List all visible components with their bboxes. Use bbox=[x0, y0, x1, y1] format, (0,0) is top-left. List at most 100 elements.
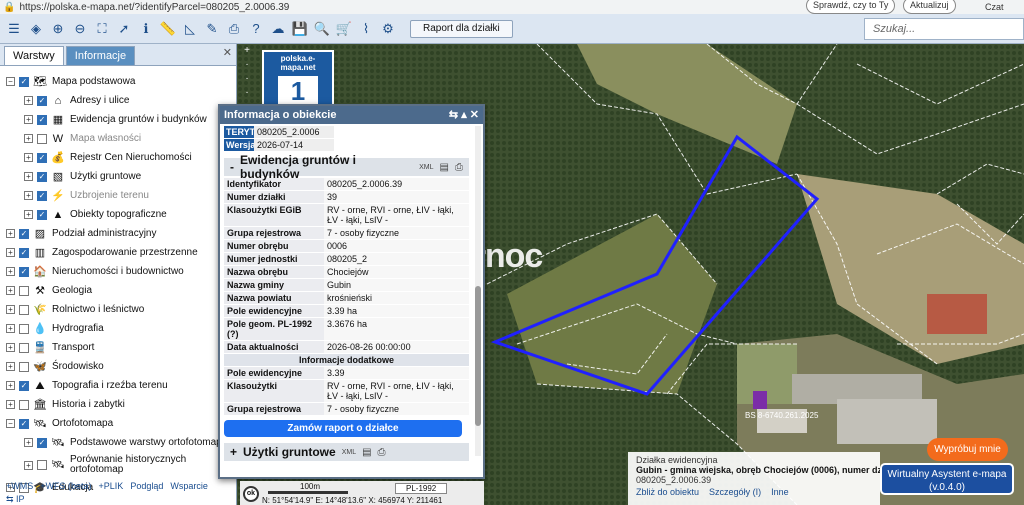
layer-item[interactable]: + 🏛 Historia i zabytki bbox=[6, 395, 232, 414]
ruler-icon[interactable]: 📏 bbox=[158, 19, 178, 39]
ok-icon[interactable]: ok bbox=[243, 486, 259, 502]
save-icon[interactable]: 💾 bbox=[290, 19, 310, 39]
layer-item[interactable]: + ⚒ Geologia bbox=[6, 281, 232, 300]
layer-item[interactable]: + ✓ ⛰ Topografia i rzeźba terenu bbox=[6, 376, 232, 395]
search-input[interactable]: Szukaj... bbox=[864, 18, 1024, 40]
copilot-button[interactable]: Czat bbox=[985, 2, 1004, 12]
layer-item[interactable]: + 🦋 Środowisko bbox=[6, 357, 232, 376]
layer-item[interactable]: + 🚆 Transport bbox=[6, 338, 232, 357]
expand-toggle[interactable]: + bbox=[6, 381, 15, 390]
print-icon[interactable]: ⎙ bbox=[378, 447, 386, 458]
tools-icon[interactable]: ⚙ bbox=[378, 19, 398, 39]
draw-icon[interactable]: ✎ bbox=[202, 19, 222, 39]
expand-toggle[interactable]: + bbox=[24, 460, 33, 470]
layer-checkbox[interactable]: ✓ bbox=[19, 380, 29, 391]
xml-icon[interactable]: XML bbox=[342, 449, 356, 456]
layer-item[interactable]: + ✓ ▥ Zagospodarowanie przestrzenne bbox=[6, 243, 232, 262]
layer-checkbox[interactable]: ✓ bbox=[19, 228, 29, 239]
expand-toggle[interactable]: + bbox=[6, 362, 15, 371]
ip-link[interactable]: ⇆ IP bbox=[6, 494, 25, 505]
layer-item[interactable]: − ✓ 🗺 Mapa podstawowa bbox=[6, 72, 232, 91]
expand-toggle[interactable]: + bbox=[24, 210, 33, 219]
address-bar[interactable]: https://polska.e-mapa.net/?identifyParce… bbox=[19, 2, 419, 13]
cloud-icon[interactable]: ☁ bbox=[268, 19, 288, 39]
layer-checkbox[interactable]: ✓ bbox=[19, 418, 29, 429]
layer-checkbox[interactable] bbox=[19, 342, 29, 353]
layer-item[interactable]: + ✓ 🛰 Podstawowe warstwy ortofotomapy bbox=[6, 433, 232, 452]
zoom-out-icon[interactable]: ⊖ bbox=[70, 19, 90, 39]
print-icon[interactable]: ⎙ bbox=[224, 19, 244, 39]
expand-toggle[interactable]: + bbox=[6, 229, 15, 238]
section-egib[interactable]: - Ewidencja gruntów i budynków XML ▤ ⎙ bbox=[224, 153, 469, 181]
layer-checkbox[interactable]: ✓ bbox=[19, 76, 29, 87]
profile-chip[interactable]: Sprawdź, czy to Ty bbox=[806, 0, 896, 14]
pointer-icon[interactable]: ➚ bbox=[114, 19, 134, 39]
layer-item[interactable]: − ✓ 🛰 Ortofotomapa bbox=[6, 414, 232, 433]
layer-checkbox[interactable]: ✓ bbox=[19, 247, 29, 258]
layers-icon[interactable]: ◈ bbox=[26, 19, 46, 39]
raport-button[interactable]: Raport dla działki bbox=[410, 19, 513, 38]
crs-select[interactable]: PL-1992 bbox=[395, 483, 448, 494]
panel-link[interactable]: Wsparcie bbox=[170, 481, 208, 491]
layer-item[interactable]: + 🛰 Porównanie historycznych ortofotomap bbox=[6, 452, 232, 478]
measure-area-icon[interactable]: ◺ bbox=[180, 19, 200, 39]
panel-link[interactable]: +WMS bbox=[6, 481, 33, 491]
expand-toggle[interactable]: + bbox=[6, 248, 15, 257]
panel-link[interactable]: +WFS (beta) bbox=[40, 481, 91, 491]
expand-toggle[interactable]: − bbox=[6, 77, 15, 86]
expand-toggle[interactable]: + bbox=[24, 134, 33, 143]
layer-item[interactable]: + ✓ ▨ Podział administracyjny bbox=[6, 224, 232, 243]
layer-checkbox[interactable] bbox=[37, 460, 47, 470]
panel-link[interactable]: +PLIK bbox=[99, 481, 124, 491]
cart-icon[interactable]: 🛒 bbox=[334, 19, 354, 39]
assistant-button[interactable]: Wirtualny Asystent e-mapa (v.0.4.0) bbox=[880, 463, 1014, 495]
expand-toggle[interactable]: + bbox=[24, 191, 33, 200]
help-icon[interactable]: ? bbox=[246, 19, 266, 39]
layer-checkbox[interactable] bbox=[19, 361, 29, 372]
expand-toggle[interactable]: + bbox=[24, 96, 33, 105]
xml-icon[interactable]: XML bbox=[419, 164, 433, 171]
dialog-controls[interactable]: ⇆ ▴ ✕ bbox=[449, 108, 479, 121]
tab-informacje[interactable]: Informacje bbox=[65, 46, 136, 65]
layer-item[interactable]: + ✓ ⚡ Uzbrojenie terenu bbox=[6, 186, 232, 205]
print-icon[interactable]: ⎙ bbox=[455, 162, 463, 173]
full-extent-icon[interactable]: ⛶ bbox=[92, 19, 112, 39]
layer-checkbox[interactable] bbox=[37, 133, 47, 144]
layer-checkbox[interactable]: ✓ bbox=[37, 171, 47, 182]
dialog-title[interactable]: Informacja o obiekcie ⇆ ▴ ✕ bbox=[220, 106, 483, 124]
layer-checkbox[interactable] bbox=[19, 304, 29, 315]
expand-toggle[interactable]: + bbox=[24, 115, 33, 124]
layer-checkbox[interactable] bbox=[19, 285, 29, 296]
summary-link[interactable]: Inne bbox=[771, 487, 789, 497]
close-icon[interactable]: ✕ bbox=[223, 46, 232, 59]
layer-item[interactable]: + ✓ 🏠 Nieruchomości i budownictwo bbox=[6, 262, 232, 281]
layer-item[interactable]: + W Mapa własności bbox=[6, 129, 232, 148]
summary-link[interactable]: Szczegóły (I) bbox=[709, 487, 761, 497]
layer-item[interactable]: + ✓ ▦ Ewidencja gruntów i budynków bbox=[6, 110, 232, 129]
expand-toggle[interactable]: + bbox=[6, 267, 15, 276]
try-me-button[interactable]: Wypróbuj mnie bbox=[927, 438, 1008, 461]
layer-item[interactable]: + ✓ ⌂ Adresy i ulice bbox=[6, 91, 232, 110]
layer-checkbox[interactable]: ✓ bbox=[37, 209, 47, 220]
menu-icon[interactable]: ☰ bbox=[4, 19, 24, 39]
layer-item[interactable]: + 💧 Hydrografia bbox=[6, 319, 232, 338]
layer-item[interactable]: + ✓ ▲ Obiekty topograficzne bbox=[6, 205, 232, 224]
panel-link[interactable]: Podgląd bbox=[130, 481, 163, 491]
layer-checkbox[interactable]: ✓ bbox=[37, 114, 47, 125]
layer-checkbox[interactable]: ✓ bbox=[37, 437, 47, 448]
layer-checkbox[interactable] bbox=[19, 399, 29, 410]
layer-checkbox[interactable]: ✓ bbox=[37, 190, 47, 201]
layer-checkbox[interactable]: ✓ bbox=[37, 152, 47, 163]
list-icon[interactable]: ▤ bbox=[440, 162, 449, 173]
expand-toggle[interactable]: + bbox=[6, 343, 15, 352]
identify-icon[interactable]: ℹ bbox=[136, 19, 156, 39]
expand-toggle[interactable]: + bbox=[6, 400, 15, 409]
expand-toggle[interactable]: + bbox=[24, 172, 33, 181]
layer-item[interactable]: + ✓ ▧ Użytki gruntowe bbox=[6, 167, 232, 186]
expand-toggle[interactable]: + bbox=[24, 438, 33, 447]
list-icon[interactable]: ▤ bbox=[362, 447, 371, 458]
section-uzytki[interactable]: + Użytki gruntowe XML ▤ ⎙ bbox=[224, 443, 469, 461]
update-button[interactable]: Aktualizuj bbox=[903, 0, 956, 14]
layer-checkbox[interactable]: ✓ bbox=[19, 266, 29, 277]
layer-checkbox[interactable]: ✓ bbox=[37, 95, 47, 106]
